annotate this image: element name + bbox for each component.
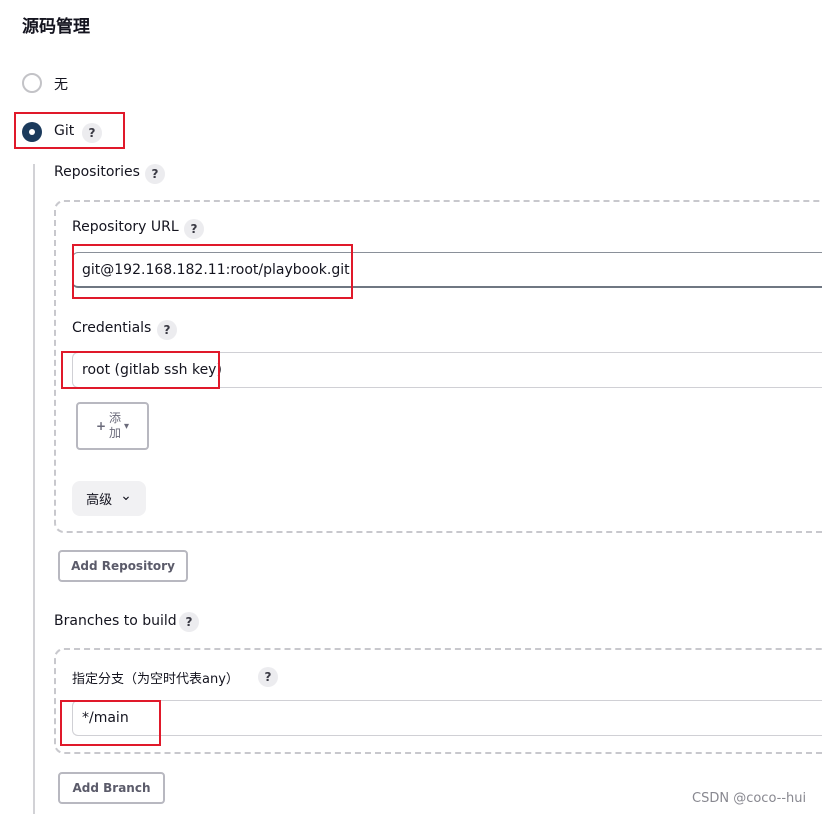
caret-down-icon: ▾ (124, 420, 130, 432)
git-highlight-box (14, 112, 125, 149)
repositories-label: Repositories (54, 164, 140, 180)
add-credentials-text-line1: 添 (109, 411, 122, 425)
repositories-help-icon[interactable]: ? (145, 164, 165, 184)
branch-specifier-help-icon[interactable]: ? (258, 667, 278, 687)
repository-url-help-icon[interactable]: ? (184, 219, 204, 239)
add-credentials-text-line2: 加 (109, 426, 122, 440)
advanced-label: 高级 (86, 493, 113, 508)
branch-specifier-highlight-box (60, 700, 161, 746)
add-credentials-button[interactable]: + 添 加 ▾ (76, 402, 149, 450)
plus-icon: + (95, 419, 106, 433)
watermark: CSDN @coco--hui (692, 791, 807, 806)
credentials-label: Credentials (72, 320, 152, 336)
scm-none-label[interactable]: 无 (54, 74, 68, 94)
chevron-down-icon: ⌄ (120, 487, 132, 504)
repository-url-label: Repository URL (72, 219, 179, 235)
branches-help-icon[interactable]: ? (179, 612, 199, 632)
repository-url-highlight-box (72, 244, 353, 299)
section-title: 源码管理 (22, 17, 90, 37)
scm-none-radio[interactable] (22, 73, 42, 93)
credentials-help-icon[interactable]: ? (157, 320, 177, 340)
add-branch-button[interactable]: Add Branch (58, 772, 165, 804)
advanced-button[interactable]: 高级 ⌄ (72, 481, 146, 516)
branch-specifier-label: 指定分支（为空时代表any） (72, 672, 239, 687)
add-credentials-text: 添 加 (109, 411, 121, 441)
git-section-divider (33, 164, 35, 814)
credentials-highlight-box (61, 351, 220, 389)
add-repository-button[interactable]: Add Repository (58, 550, 188, 582)
branches-label: Branches to build (54, 613, 177, 629)
branch-specifier-input[interactable]: */main (72, 700, 822, 736)
